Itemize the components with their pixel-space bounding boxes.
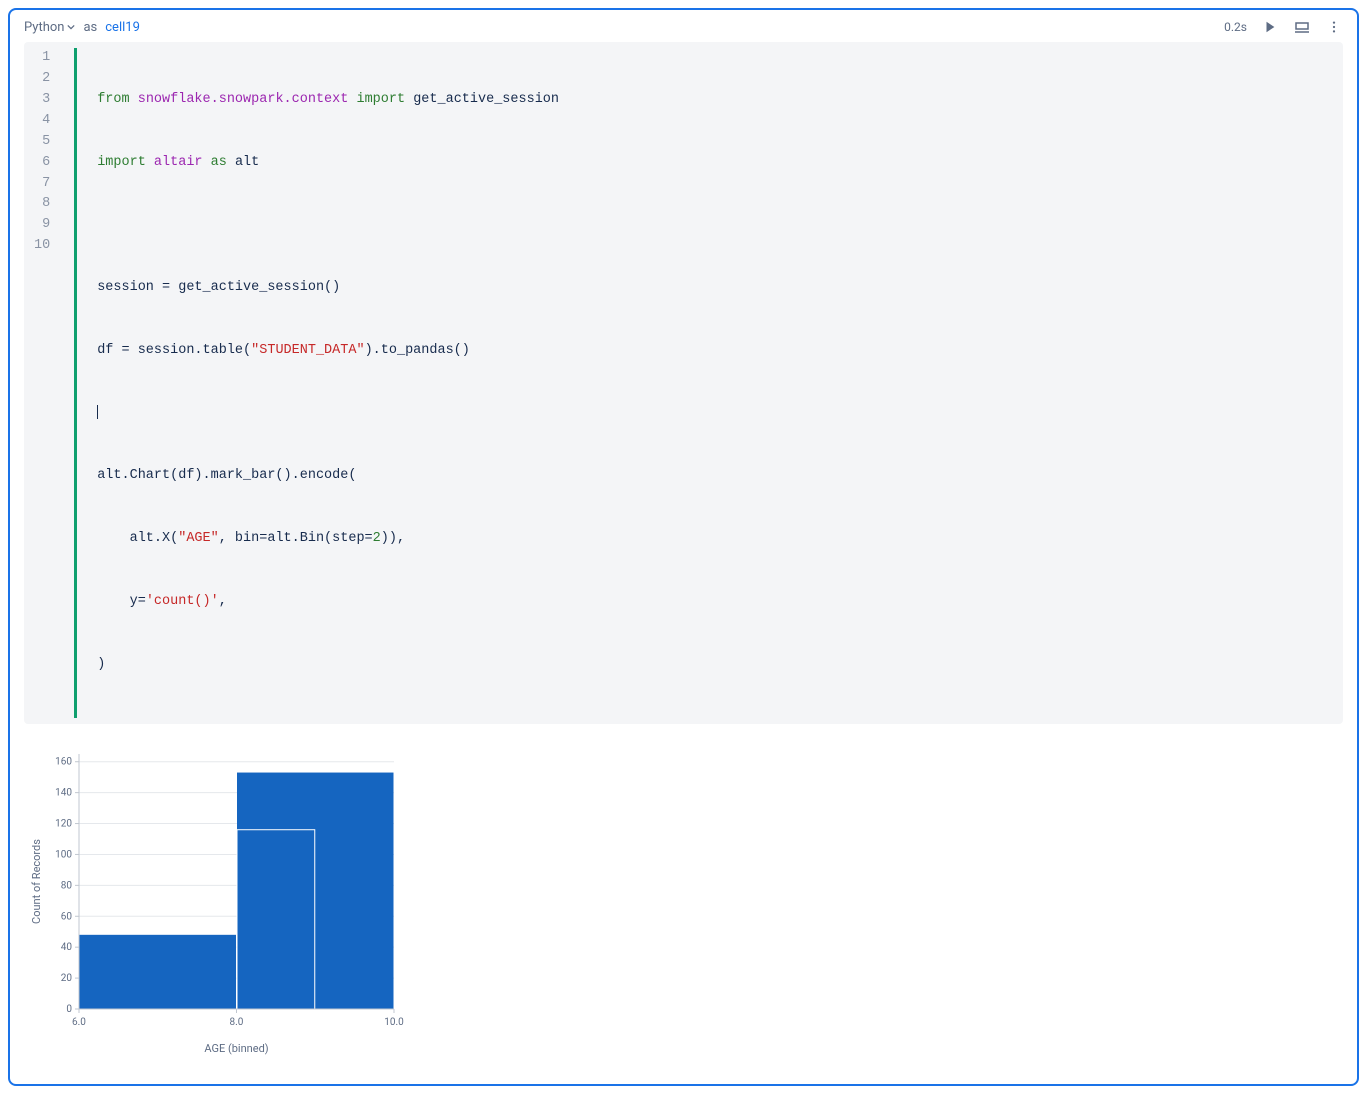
svg-text:60: 60 <box>61 911 73 922</box>
svg-text:40: 40 <box>61 942 73 953</box>
histogram-chart: 0 20 40 60 80 100 120 140 160 6.0 8.0 10.0 AGE (binn… <box>24 744 404 1064</box>
line-number-gutter: 1 2 3 4 5 6 7 8 9 10 <box>24 48 64 718</box>
chart-container: 0 20 40 60 80 100 120 140 160 6.0 8.0 10.0 AGE (binn… <box>24 744 424 1064</box>
svg-text:100: 100 <box>55 849 72 860</box>
code-editor[interactable]: 1 2 3 4 5 6 7 8 9 10 from snowflake.snow… <box>24 42 1343 724</box>
svg-text:8.0: 8.0 <box>230 1017 244 1028</box>
run-button[interactable] <box>1261 18 1279 36</box>
code-content[interactable]: from snowflake.snowpark.context import g… <box>77 48 1343 718</box>
language-label: Python <box>24 20 64 35</box>
chevron-down-icon <box>67 23 75 31</box>
language-selector[interactable]: Python <box>24 20 75 35</box>
svg-text:160: 160 <box>55 756 72 767</box>
svg-text:120: 120 <box>55 818 72 829</box>
svg-text:140: 140 <box>55 787 72 798</box>
output-toggle-icon[interactable] <box>1293 18 1311 36</box>
svg-text:10.0: 10.0 <box>384 1017 404 1028</box>
svg-text:0: 0 <box>66 1004 72 1015</box>
cell-header: Python as cell19 0.2s <box>10 10 1357 42</box>
svg-text:6.0: 6.0 <box>72 1017 86 1028</box>
svg-text:80: 80 <box>61 880 73 891</box>
bar <box>80 934 237 1008</box>
execution-time: 0.2s <box>1224 20 1247 34</box>
as-label: as <box>83 20 97 35</box>
svg-text:20: 20 <box>61 973 73 984</box>
cell-output: 0 20 40 60 80 100 120 140 160 6.0 8.0 10.0 AGE (binn… <box>10 734 1357 1084</box>
x-axis-label: AGE (binned) <box>204 1042 268 1055</box>
cell-name[interactable]: cell19 <box>105 20 140 35</box>
y-axis-label: Count of Records <box>30 838 43 923</box>
text-cursor <box>97 405 98 419</box>
notebook-cell: Python as cell19 0.2s 1 2 3 <box>8 8 1359 1086</box>
more-menu-icon[interactable] <box>1325 18 1343 36</box>
